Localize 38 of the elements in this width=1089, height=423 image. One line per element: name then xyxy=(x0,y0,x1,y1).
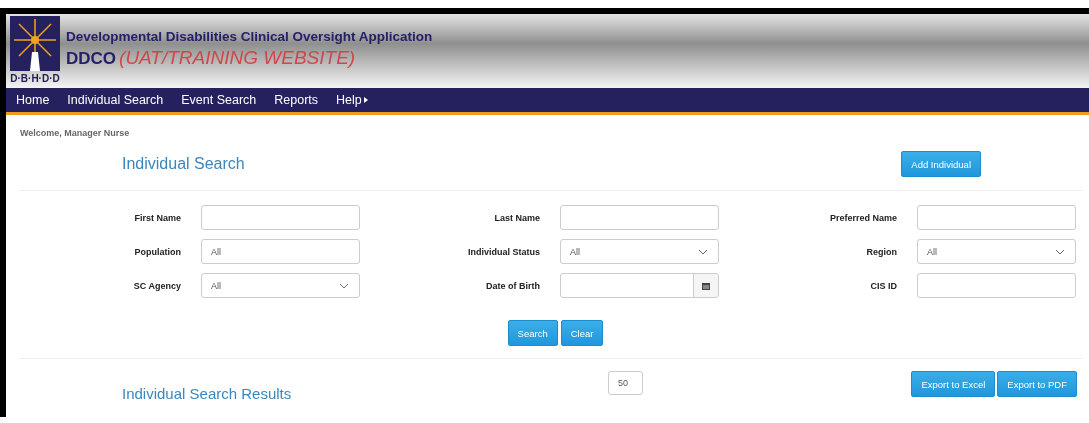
input-field[interactable] xyxy=(560,205,719,230)
input-field[interactable]: All xyxy=(201,239,360,264)
star-logo-icon xyxy=(10,16,60,71)
input-field[interactable] xyxy=(917,205,1076,230)
input-field[interactable] xyxy=(917,273,1076,298)
field-label: Preferred Name xyxy=(828,212,897,223)
field-label: Last Name xyxy=(493,212,540,223)
results-title: Individual Search Results xyxy=(122,385,293,402)
app-acronym: DDCO xyxy=(66,49,117,69)
date-field[interactable] xyxy=(560,273,719,298)
calendar-icon xyxy=(702,281,710,290)
field-label: First Name xyxy=(133,212,181,223)
app-title: Developmental Disabilities Clinical Oversight Application xyxy=(66,29,433,44)
nav-link[interactable]: Individual Search xyxy=(67,93,164,107)
field-label: Individual Status xyxy=(467,246,540,257)
input-field[interactable] xyxy=(201,205,360,230)
field-label: Region xyxy=(865,246,897,257)
chevron-down-icon xyxy=(698,248,708,255)
nav-link[interactable]: Help xyxy=(336,93,368,107)
field-label: SC Agency xyxy=(132,280,181,291)
environment-label: (UAT/TRAINING WEBSITE) xyxy=(119,47,356,69)
welcome-text: Welcome, Manager Nurse xyxy=(19,127,131,138)
field-label: CIS ID xyxy=(869,280,897,291)
nav-link[interactable]: Reports xyxy=(274,93,319,107)
page-title: Individual Search xyxy=(122,155,245,173)
chevron-down-icon xyxy=(1055,248,1065,255)
nav-link[interactable]: Home xyxy=(16,93,50,107)
logo-text: D·B·H·D·D xyxy=(10,73,60,84)
dropdown-field[interactable]: All xyxy=(201,273,360,298)
dropdown-field[interactable]: All xyxy=(560,239,719,264)
chevron-down-icon xyxy=(339,282,349,289)
field-label: Date of Birth xyxy=(485,280,540,291)
page-size-field[interactable]: 50 xyxy=(608,371,643,395)
field-label: Population xyxy=(133,246,181,257)
calendar-button[interactable] xyxy=(693,274,718,297)
caret-icon xyxy=(363,97,368,103)
nav-link[interactable]: Event Search xyxy=(181,93,257,107)
dropdown-field[interactable]: All xyxy=(917,239,1076,264)
